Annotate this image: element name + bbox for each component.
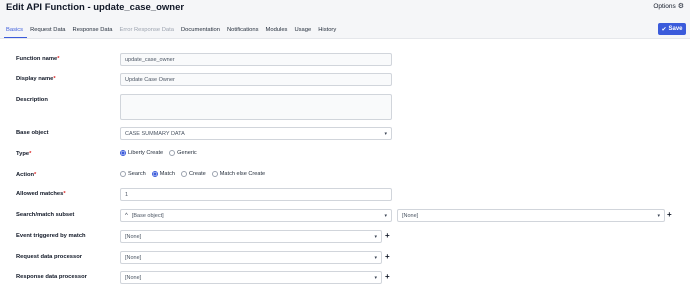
base-object-select[interactable]: CASE SUMMARY DATA ▾ [120, 127, 392, 140]
search-match-subset-second-select[interactable]: [None] ▾ [397, 209, 665, 222]
function-name-label: Function name* [16, 56, 60, 62]
radio-unselected-icon [120, 171, 126, 177]
add-request-processor-button[interactable]: + [385, 252, 390, 261]
action-label: Action* [16, 172, 37, 178]
save-button[interactable]: ✔ Save [658, 23, 686, 35]
type-option-generic[interactable]: Generic [169, 150, 197, 156]
tab-response-data[interactable]: Response Data [71, 25, 117, 38]
add-event-button[interactable]: + [385, 231, 390, 240]
tab-bar: Basics Request Data Response Data Error … [4, 25, 340, 38]
radio-unselected-icon [180, 171, 187, 177]
options-menu[interactable]: Options ⚙ [653, 2, 684, 11]
save-label: Save [668, 26, 683, 32]
radio-unselected-icon [169, 150, 176, 156]
add-response-processor-button[interactable]: + [385, 272, 390, 281]
tab-basics[interactable]: Basics [4, 25, 28, 38]
type-radio-group: Liberty Create Generic [120, 150, 197, 156]
chevron-down-icon: ▾ [374, 274, 377, 281]
allowed-matches-label: Allowed matches* [16, 191, 66, 197]
add-subset-button[interactable]: + [667, 210, 672, 219]
form-panel: Function name* update_case_owner Display… [0, 38, 690, 287]
checkmark-icon: ✔ [661, 26, 667, 33]
tab-error-response-data: Error Response Data [119, 27, 174, 33]
display-name-label: Display name* [16, 76, 56, 82]
response-processor-select[interactable]: [None] ▾ [120, 271, 382, 284]
tab-usage[interactable]: Usage [292, 25, 315, 38]
chevron-down-icon: ▾ [374, 233, 377, 240]
tab-notifications[interactable]: Notifications [225, 25, 263, 38]
description-label: Description [16, 97, 48, 103]
action-option-create[interactable]: Create [180, 171, 206, 177]
response-processor-label: Response data processor [16, 274, 87, 280]
event-triggered-select[interactable]: [None] ▾ [120, 230, 382, 243]
tab-request-data[interactable]: Request Data [28, 25, 69, 38]
radio-selected-icon [151, 171, 158, 177]
event-triggered-label: Event triggered by match [16, 233, 86, 239]
allowed-matches-input[interactable]: 1 [120, 188, 392, 201]
search-match-subset-label: Search/match subset [16, 212, 75, 218]
chevron-down-icon: ▾ [374, 254, 377, 261]
request-processor-label: Request data processor [16, 254, 83, 260]
type-label: Type* [16, 151, 32, 157]
function-name-input[interactable]: update_case_owner [120, 53, 392, 66]
radio-unselected-icon [211, 171, 218, 177]
gear-icon: ⚙ [677, 3, 684, 10]
action-option-match[interactable]: Match [151, 171, 175, 177]
chevron-down-icon: ▾ [384, 130, 387, 137]
tab-modules[interactable]: Modules [264, 25, 292, 38]
description-textarea[interactable] [120, 94, 392, 120]
action-option-match-else-create[interactable]: Match else Create [211, 171, 265, 177]
action-radio-group: Search Match Create Match else Create [120, 171, 265, 177]
request-processor-select[interactable]: [None] ▾ [120, 251, 382, 264]
action-option-search[interactable]: Search [120, 171, 146, 177]
chevron-down-icon: ▾ [384, 212, 387, 219]
page-title: Edit API Function - update_case_owner [6, 2, 185, 13]
options-label: Options [653, 2, 676, 10]
display-name-input[interactable]: Update Case Owner [120, 73, 392, 86]
chevron-down-icon: ▾ [657, 212, 660, 219]
base-object-label: Base object [16, 130, 49, 136]
type-option-liberty-create[interactable]: Liberty Create [120, 150, 163, 156]
radio-selected-icon [120, 150, 126, 156]
chevron-up-icon: ^ [125, 212, 128, 219]
tab-documentation[interactable]: Documentation [179, 25, 224, 38]
tab-history[interactable]: History [316, 25, 340, 38]
search-match-subset-select[interactable]: ^ [Base object] ▾ [120, 209, 392, 222]
